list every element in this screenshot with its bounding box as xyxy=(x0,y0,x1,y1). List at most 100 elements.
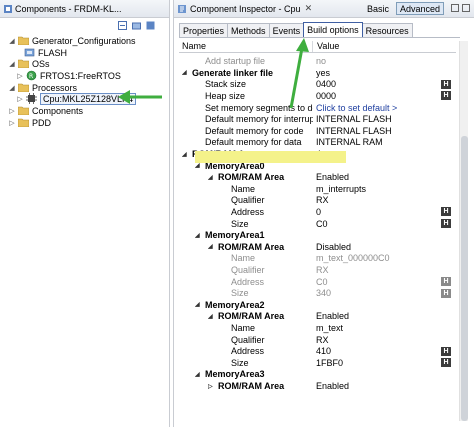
property-value[interactable]: no xyxy=(316,56,326,68)
property-row[interactable]: Default memory for data INTERNAL RAM xyxy=(179,137,456,149)
collapse-arrow-icon[interactable]: ◢ xyxy=(208,174,215,181)
tree-item-label: Cpu:MKL25Z128VLK4 xyxy=(40,92,137,105)
property-row[interactable]: Default memory for code INTERNAL FLASH xyxy=(179,125,456,137)
scrollbar-thumb[interactable] xyxy=(461,136,468,421)
view-menu-icon[interactable] xyxy=(146,21,155,30)
hex-format-button[interactable]: H xyxy=(441,346,451,356)
expand-arrow-icon[interactable]: ▷ xyxy=(8,107,16,115)
property-row[interactable]: Heap size 0000 H xyxy=(179,90,456,102)
maximize-icon[interactable] xyxy=(462,4,470,12)
tab-properties[interactable]: Properties xyxy=(179,23,229,37)
column-header-name[interactable]: Name xyxy=(179,41,313,52)
property-row[interactable]: Name m_interrupts xyxy=(179,183,456,195)
hex-format-button[interactable]: H xyxy=(441,358,451,368)
property-value[interactable]: C0 xyxy=(316,276,328,288)
tab-events[interactable]: Events xyxy=(268,23,305,37)
property-value[interactable]: RX xyxy=(316,195,329,207)
hex-format-button[interactable]: H xyxy=(441,207,451,217)
property-value[interactable]: 410 xyxy=(316,346,331,358)
property-value[interactable]: m_text xyxy=(316,322,343,334)
property-row[interactable]: Default memory for interrupts INTERNAL FL… xyxy=(179,114,456,126)
property-value[interactable]: RX xyxy=(316,264,329,276)
component-inspector-view: Component Inspector - Cpu ✕ Basic Advanc… xyxy=(173,0,474,427)
hex-format-button[interactable]: H xyxy=(441,79,451,89)
advanced-mode-button[interactable]: Advanced xyxy=(395,2,444,15)
property-value[interactable]: 1FBF0 xyxy=(316,357,343,369)
property-row[interactable]: Size C0 H xyxy=(179,218,456,230)
property-name-text: Name xyxy=(231,323,256,334)
collapse-arrow-icon[interactable]: ◢ xyxy=(182,69,189,76)
property-value[interactable]: INTERNAL FLASH xyxy=(316,114,392,126)
property-row[interactable]: ◢ Generate linker file yes xyxy=(179,67,456,79)
hex-format-button[interactable]: H xyxy=(441,288,451,298)
hex-format-button[interactable]: H xyxy=(441,276,451,286)
property-value[interactable]: 0000 xyxy=(316,90,336,102)
property-value[interactable]: m_interrupts xyxy=(316,183,366,195)
folder-icon xyxy=(18,59,29,68)
collapse-arrow-icon[interactable]: ◢ xyxy=(208,313,215,320)
minimize-icon[interactable] xyxy=(451,4,459,12)
collapse-all-icon[interactable] xyxy=(118,20,127,30)
property-row[interactable]: ◢ MemoryArea2 xyxy=(179,299,456,311)
property-row[interactable]: Size 340 H xyxy=(179,288,456,300)
hex-format-button[interactable]: H xyxy=(441,218,451,228)
expand-arrow-icon[interactable]: ▷ xyxy=(16,72,24,80)
property-value[interactable]: Enabled xyxy=(316,380,349,392)
hex-format-button[interactable]: H xyxy=(441,91,451,101)
tab-resources[interactable]: Resources xyxy=(361,23,413,37)
tab-build-options[interactable]: Build options xyxy=(303,22,363,37)
close-icon[interactable]: ✕ xyxy=(305,3,313,14)
property-row[interactable]: ◢ MemoryArea1 xyxy=(179,230,456,242)
property-row[interactable]: Add startup file no xyxy=(179,56,456,68)
tab-methods[interactable]: Methods xyxy=(227,23,270,37)
expand-arrow-icon[interactable]: ▷ xyxy=(16,95,24,103)
basic-mode-button[interactable]: Basic xyxy=(363,2,393,15)
new-folder-icon[interactable] xyxy=(132,21,141,30)
property-value[interactable]: 0400 xyxy=(316,79,336,91)
property-value[interactable]: Enabled xyxy=(316,172,349,184)
collapse-arrow-icon[interactable]: ◢ xyxy=(195,162,202,169)
property-value[interactable]: Enabled xyxy=(316,311,349,323)
property-row[interactable]: Set memory segments to defaClick to set … xyxy=(179,102,456,114)
property-name-text: Default memory for data xyxy=(205,137,302,148)
property-row[interactable]: ▷ ROM/RAM Area Enabled xyxy=(179,380,456,392)
property-row[interactable]: Address 0 H xyxy=(179,206,456,218)
property-row[interactable]: Qualifier RX xyxy=(179,264,456,276)
property-value[interactable]: Disabled xyxy=(316,241,351,253)
property-value[interactable]: INTERNAL RAM xyxy=(316,137,383,149)
tree-item-label: Components xyxy=(32,105,84,116)
property-row[interactable]: ◢ ROM/RAM Area Disabled xyxy=(179,241,456,253)
collapse-arrow-icon[interactable]: ◢ xyxy=(8,37,16,45)
property-value[interactable]: 340 xyxy=(316,288,331,300)
property-row[interactable]: ◢ MemoryArea3 xyxy=(179,369,456,381)
property-row[interactable]: Name m_text xyxy=(179,322,456,334)
expand-arrow-icon[interactable]: ▷ xyxy=(8,119,16,127)
property-value[interactable]: 0 xyxy=(316,206,321,218)
collapse-arrow-icon[interactable]: ◢ xyxy=(195,371,202,378)
property-row[interactable]: Address C0 H xyxy=(179,276,456,288)
collapse-arrow-icon[interactable]: ◢ xyxy=(182,151,189,158)
property-row[interactable]: Name m_text_000000C0 xyxy=(179,253,456,265)
property-row[interactable]: ◢ ROM/RAM Area Enabled xyxy=(179,172,456,184)
tree-item-pdd[interactable]: ▷ PDD xyxy=(8,116,51,129)
collapse-arrow-icon[interactable]: ◢ xyxy=(8,84,16,92)
property-row[interactable]: Qualifier RX xyxy=(179,195,456,207)
property-value[interactable]: Click to set default > xyxy=(316,102,397,114)
property-row[interactable]: Address 410 H xyxy=(179,346,456,358)
collapse-arrow-icon[interactable]: ◢ xyxy=(195,301,202,308)
property-row[interactable]: Stack size 0400 H xyxy=(179,79,456,91)
property-value[interactable]: RX xyxy=(316,334,329,346)
collapse-arrow-icon[interactable]: ◢ xyxy=(8,60,16,68)
collapse-arrow-icon[interactable]: ◢ xyxy=(208,243,215,250)
vertical-scrollbar[interactable] xyxy=(459,41,468,421)
column-header-value[interactable]: Value xyxy=(313,41,339,52)
property-row[interactable]: ◢ ROM/RAM Area Enabled xyxy=(179,311,456,323)
property-value[interactable]: m_text_000000C0 xyxy=(316,253,390,265)
property-value[interactable]: yes xyxy=(316,67,330,79)
property-row[interactable]: Qualifier RX xyxy=(179,334,456,346)
property-value[interactable]: C0 xyxy=(316,218,328,230)
property-value[interactable]: INTERNAL FLASH xyxy=(316,125,392,137)
collapse-arrow-icon[interactable]: ◢ xyxy=(195,232,202,239)
expand-arrow-icon[interactable]: ▷ xyxy=(208,383,215,390)
property-row[interactable]: Size 1FBF0 H xyxy=(179,357,456,369)
